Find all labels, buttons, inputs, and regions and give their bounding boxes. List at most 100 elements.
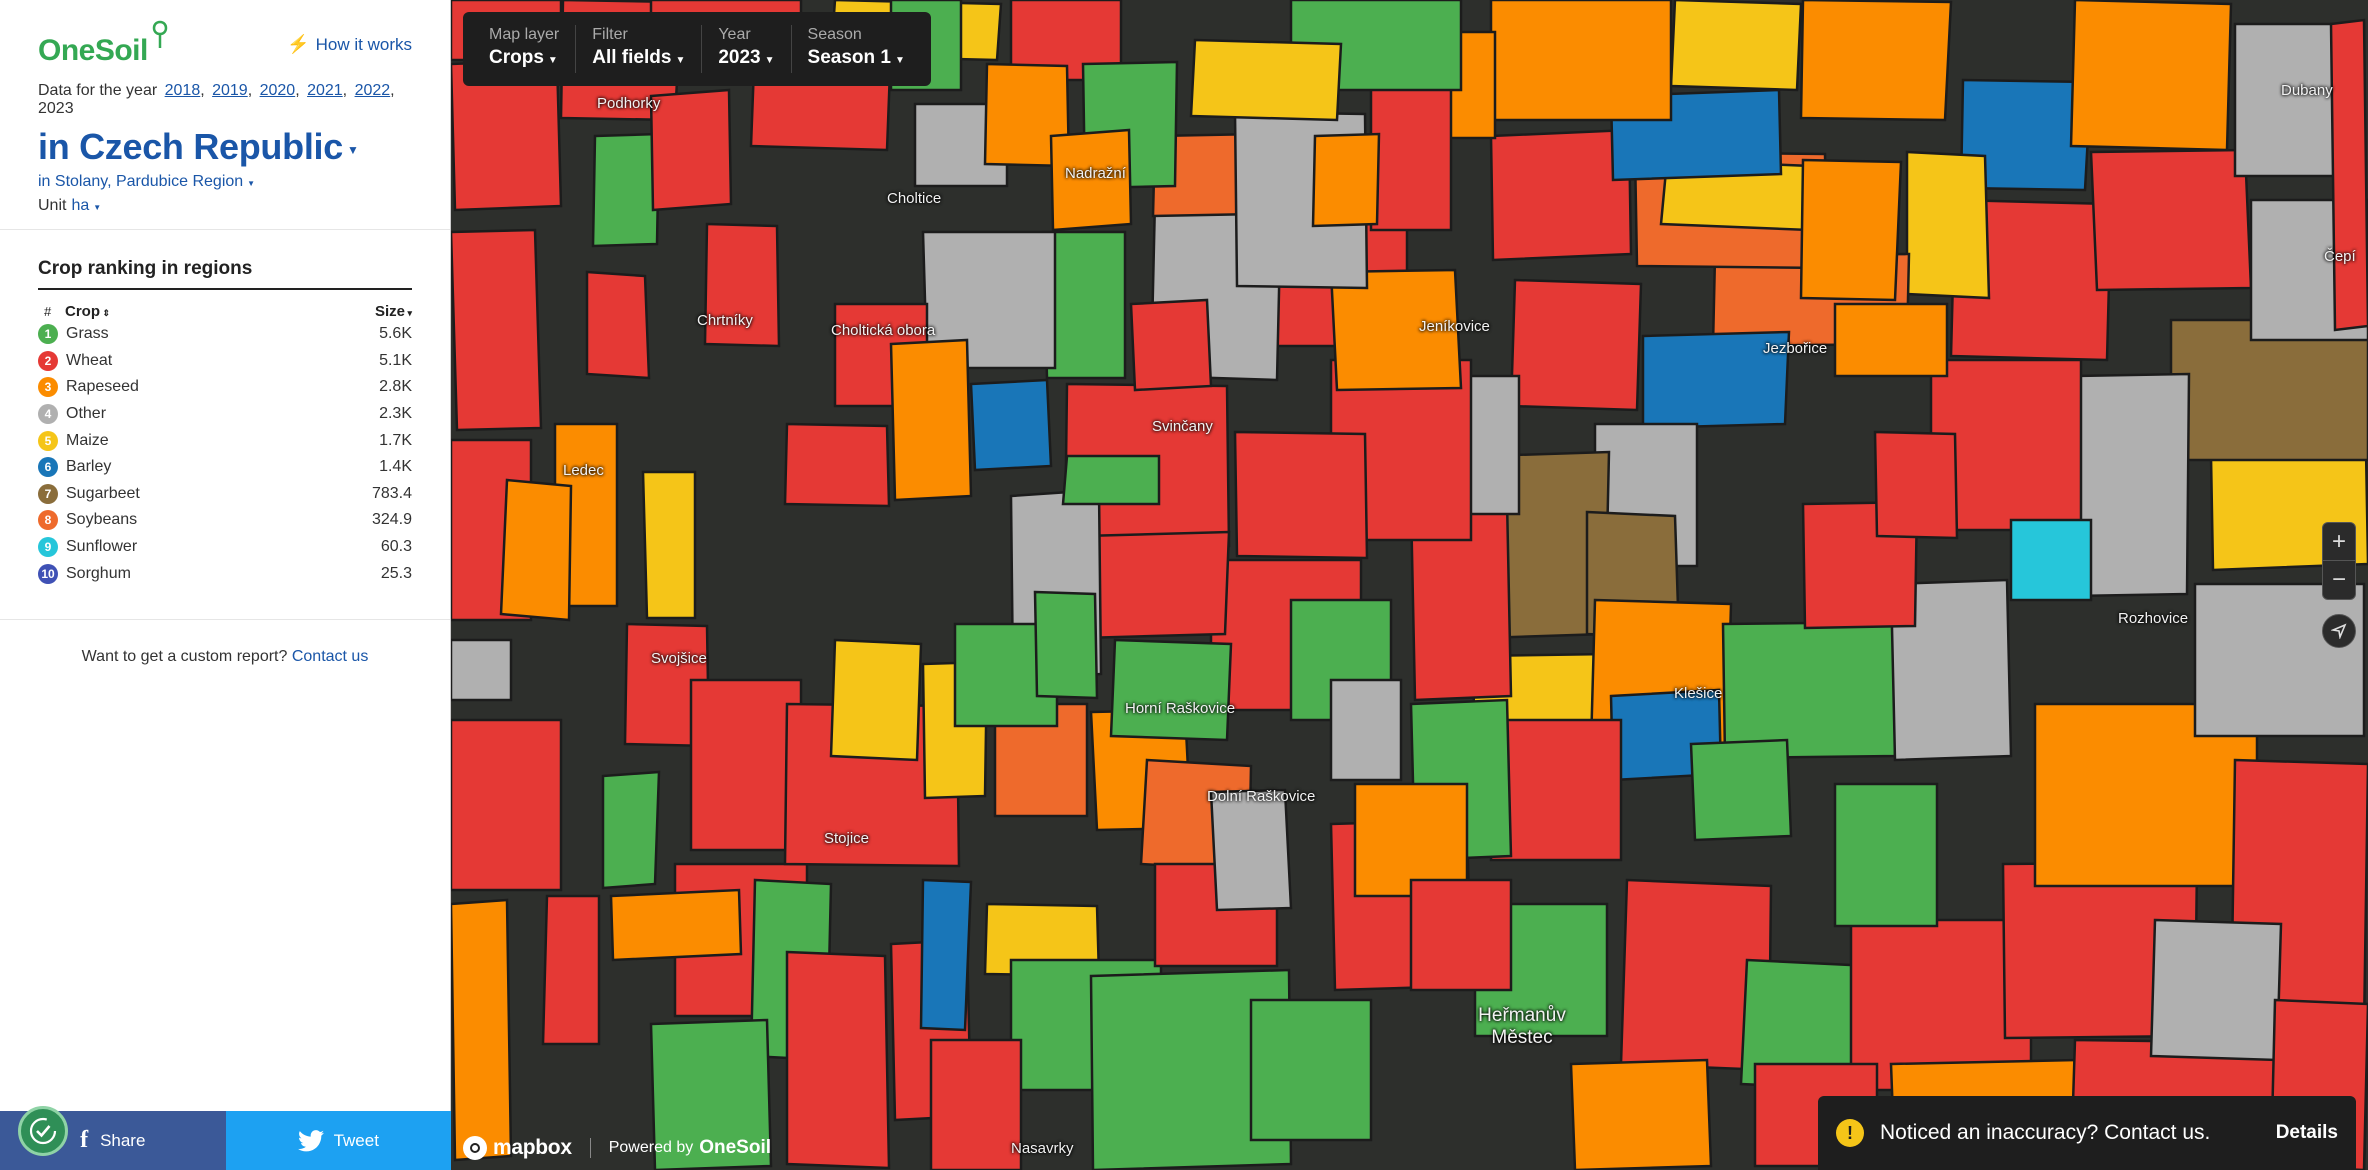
year-dropdown[interactable]: Year 2023 ▼ bbox=[702, 25, 792, 73]
field-polygon[interactable] bbox=[1033, 590, 1099, 700]
zoom-out-button[interactable]: − bbox=[2323, 561, 2355, 599]
crop-row[interactable]: 2 Wheat 5.1K bbox=[38, 348, 412, 375]
field-polygon[interactable] bbox=[919, 878, 973, 1032]
field-polygon[interactable] bbox=[1489, 128, 1633, 262]
sidebar: OneSoil ⚡ How it works Data for the year… bbox=[0, 0, 451, 1170]
crop-row[interactable]: 4 Other 2.3K bbox=[38, 401, 412, 428]
field-polygon[interactable] bbox=[585, 270, 651, 380]
year-link-2019[interactable]: 2019 bbox=[212, 82, 248, 99]
map-layer-dropdown[interactable]: Map layer Crops ▼ bbox=[473, 25, 577, 73]
field-polygon[interactable] bbox=[451, 228, 543, 432]
crop-row[interactable]: 5 Maize 1.7K bbox=[38, 427, 412, 454]
onesoil-attribution[interactable]: OneSoil bbox=[699, 1137, 771, 1159]
field-polygon[interactable] bbox=[1799, 0, 1953, 122]
crop-row[interactable]: 3 Rapeseed 2.8K bbox=[38, 374, 412, 401]
field-polygon[interactable] bbox=[829, 638, 923, 762]
field-polygon[interactable] bbox=[783, 422, 891, 508]
field-polygon[interactable] bbox=[451, 638, 513, 702]
current-year: 2023 bbox=[38, 100, 74, 117]
crop-row[interactable]: 10 Sorghum 25.3 bbox=[38, 560, 412, 587]
field-polygon[interactable] bbox=[929, 1038, 1023, 1170]
crop-size: 2.3K bbox=[379, 405, 412, 423]
field-polygon[interactable] bbox=[1569, 1058, 1713, 1170]
field-polygon[interactable] bbox=[1689, 738, 1793, 842]
feedback-check-button[interactable] bbox=[18, 1106, 68, 1156]
year-link-2022[interactable]: 2022 bbox=[355, 82, 391, 99]
field-polygon[interactable] bbox=[1129, 298, 1213, 392]
field-polygon[interactable] bbox=[541, 894, 601, 1046]
inaccuracy-notice: ! Noticed an inaccuracy? Contact us. Det… bbox=[1818, 1096, 2356, 1170]
year-link-2018[interactable]: 2018 bbox=[165, 82, 201, 99]
field-polygon[interactable] bbox=[601, 770, 661, 890]
field-polygon[interactable] bbox=[1311, 132, 1381, 228]
field-polygon[interactable] bbox=[2069, 0, 2233, 152]
locate-button[interactable] bbox=[2322, 614, 2356, 648]
field-polygon[interactable] bbox=[609, 888, 743, 962]
field-polygon[interactable] bbox=[451, 898, 513, 1162]
field-polygon[interactable] bbox=[1409, 878, 1513, 992]
place-label: Heřmanův Městec bbox=[1478, 1005, 1566, 1048]
crop-ranking: Crop ranking in regions # Crop ⇕ Size ▾ … bbox=[0, 230, 450, 620]
crop-row[interactable]: 8 Soybeans 324.9 bbox=[38, 507, 412, 534]
mapbox-logo[interactable]: mapbox bbox=[463, 1136, 572, 1160]
field-polygon[interactable] bbox=[1061, 454, 1161, 506]
field-polygon[interactable] bbox=[1721, 620, 1899, 760]
field-polygon[interactable] bbox=[1081, 530, 1231, 640]
year-value: 2023 bbox=[718, 47, 761, 68]
field-polygon[interactable] bbox=[2329, 18, 2368, 332]
field-polygon[interactable] bbox=[889, 338, 973, 502]
field-polygon[interactable] bbox=[1833, 302, 1949, 378]
sort-icon: ▾ bbox=[404, 307, 412, 318]
unit-dropdown[interactable]: ha bbox=[71, 197, 89, 215]
field-polygon[interactable] bbox=[1669, 0, 1803, 92]
field-polygon[interactable] bbox=[451, 718, 563, 892]
field-polygon[interactable] bbox=[2009, 518, 2093, 602]
season-dropdown[interactable]: Season Season 1 ▼ bbox=[792, 25, 921, 73]
field-polygon[interactable] bbox=[1833, 782, 1939, 928]
field-polygon[interactable] bbox=[2149, 918, 2283, 1062]
year-link-2020[interactable]: 2020 bbox=[260, 82, 296, 99]
field-polygon[interactable] bbox=[1905, 150, 1991, 300]
field-polygon[interactable] bbox=[1209, 788, 1293, 912]
field-polygon[interactable] bbox=[1109, 638, 1233, 742]
year-prefix: Data for the year bbox=[38, 82, 158, 99]
field-polygon[interactable] bbox=[1489, 0, 1673, 122]
crop-name: Wheat bbox=[66, 351, 113, 369]
size-column-label: Size bbox=[374, 302, 405, 320]
field-polygon[interactable] bbox=[1189, 38, 1343, 122]
details-button[interactable]: Details bbox=[2276, 1122, 2338, 1144]
field-polygon[interactable] bbox=[1249, 998, 1373, 1142]
notice-message[interactable]: Noticed an inaccuracy? Contact us. bbox=[1880, 1121, 2276, 1145]
size-sort-button[interactable]: Size ▾ bbox=[375, 303, 412, 320]
field-polygon[interactable] bbox=[591, 132, 661, 248]
place-label: Nasavrky bbox=[1011, 1140, 1074, 1157]
field-polygon[interactable] bbox=[785, 950, 891, 1170]
field-polygon[interactable] bbox=[1873, 430, 1959, 540]
field-polygon[interactable] bbox=[1233, 430, 1369, 560]
field-polygon[interactable] bbox=[1509, 278, 1643, 412]
country-dropdown[interactable]: in Czech Republic ▼ bbox=[38, 126, 412, 168]
how-it-works-link[interactable]: ⚡ How it works bbox=[287, 20, 412, 55]
crop-sort-button[interactable]: Crop ⇕ bbox=[65, 303, 375, 320]
crop-row[interactable]: 9 Sunflower 60.3 bbox=[38, 534, 412, 561]
year-link-2021[interactable]: 2021 bbox=[307, 82, 343, 99]
field-polygon[interactable] bbox=[1799, 158, 1903, 302]
field-polygon[interactable] bbox=[2193, 582, 2366, 738]
tweet-button[interactable]: Tweet bbox=[225, 1111, 451, 1170]
field-polygon[interactable] bbox=[1329, 678, 1403, 782]
filter-dropdown[interactable]: Filter All fields ▼ bbox=[576, 25, 703, 73]
contact-us-link[interactable]: Contact us bbox=[292, 648, 368, 665]
field-polygon[interactable] bbox=[649, 88, 733, 212]
field-polygon[interactable] bbox=[2089, 148, 2253, 292]
field-polygon[interactable] bbox=[969, 378, 1053, 472]
zoom-in-button[interactable]: + bbox=[2323, 523, 2355, 561]
field-polygon[interactable] bbox=[499, 478, 573, 622]
region-dropdown[interactable]: in Stolany, Pardubice Region ▼ bbox=[38, 173, 412, 191]
crop-row[interactable]: 6 Barley 1.4K bbox=[38, 454, 412, 481]
map-view[interactable]: Podhorky Nadražní Choltice Chrtníky Choltick… bbox=[451, 0, 2368, 1170]
field-polygon[interactable] bbox=[641, 470, 697, 620]
onesoil-logo[interactable]: OneSoil bbox=[38, 20, 170, 68]
crop-row[interactable]: 1 Grass 5.6K bbox=[38, 321, 412, 348]
field-polygon[interactable] bbox=[1369, 78, 1453, 232]
crop-row[interactable]: 7 Sugarbeet 783.4 bbox=[38, 481, 412, 508]
